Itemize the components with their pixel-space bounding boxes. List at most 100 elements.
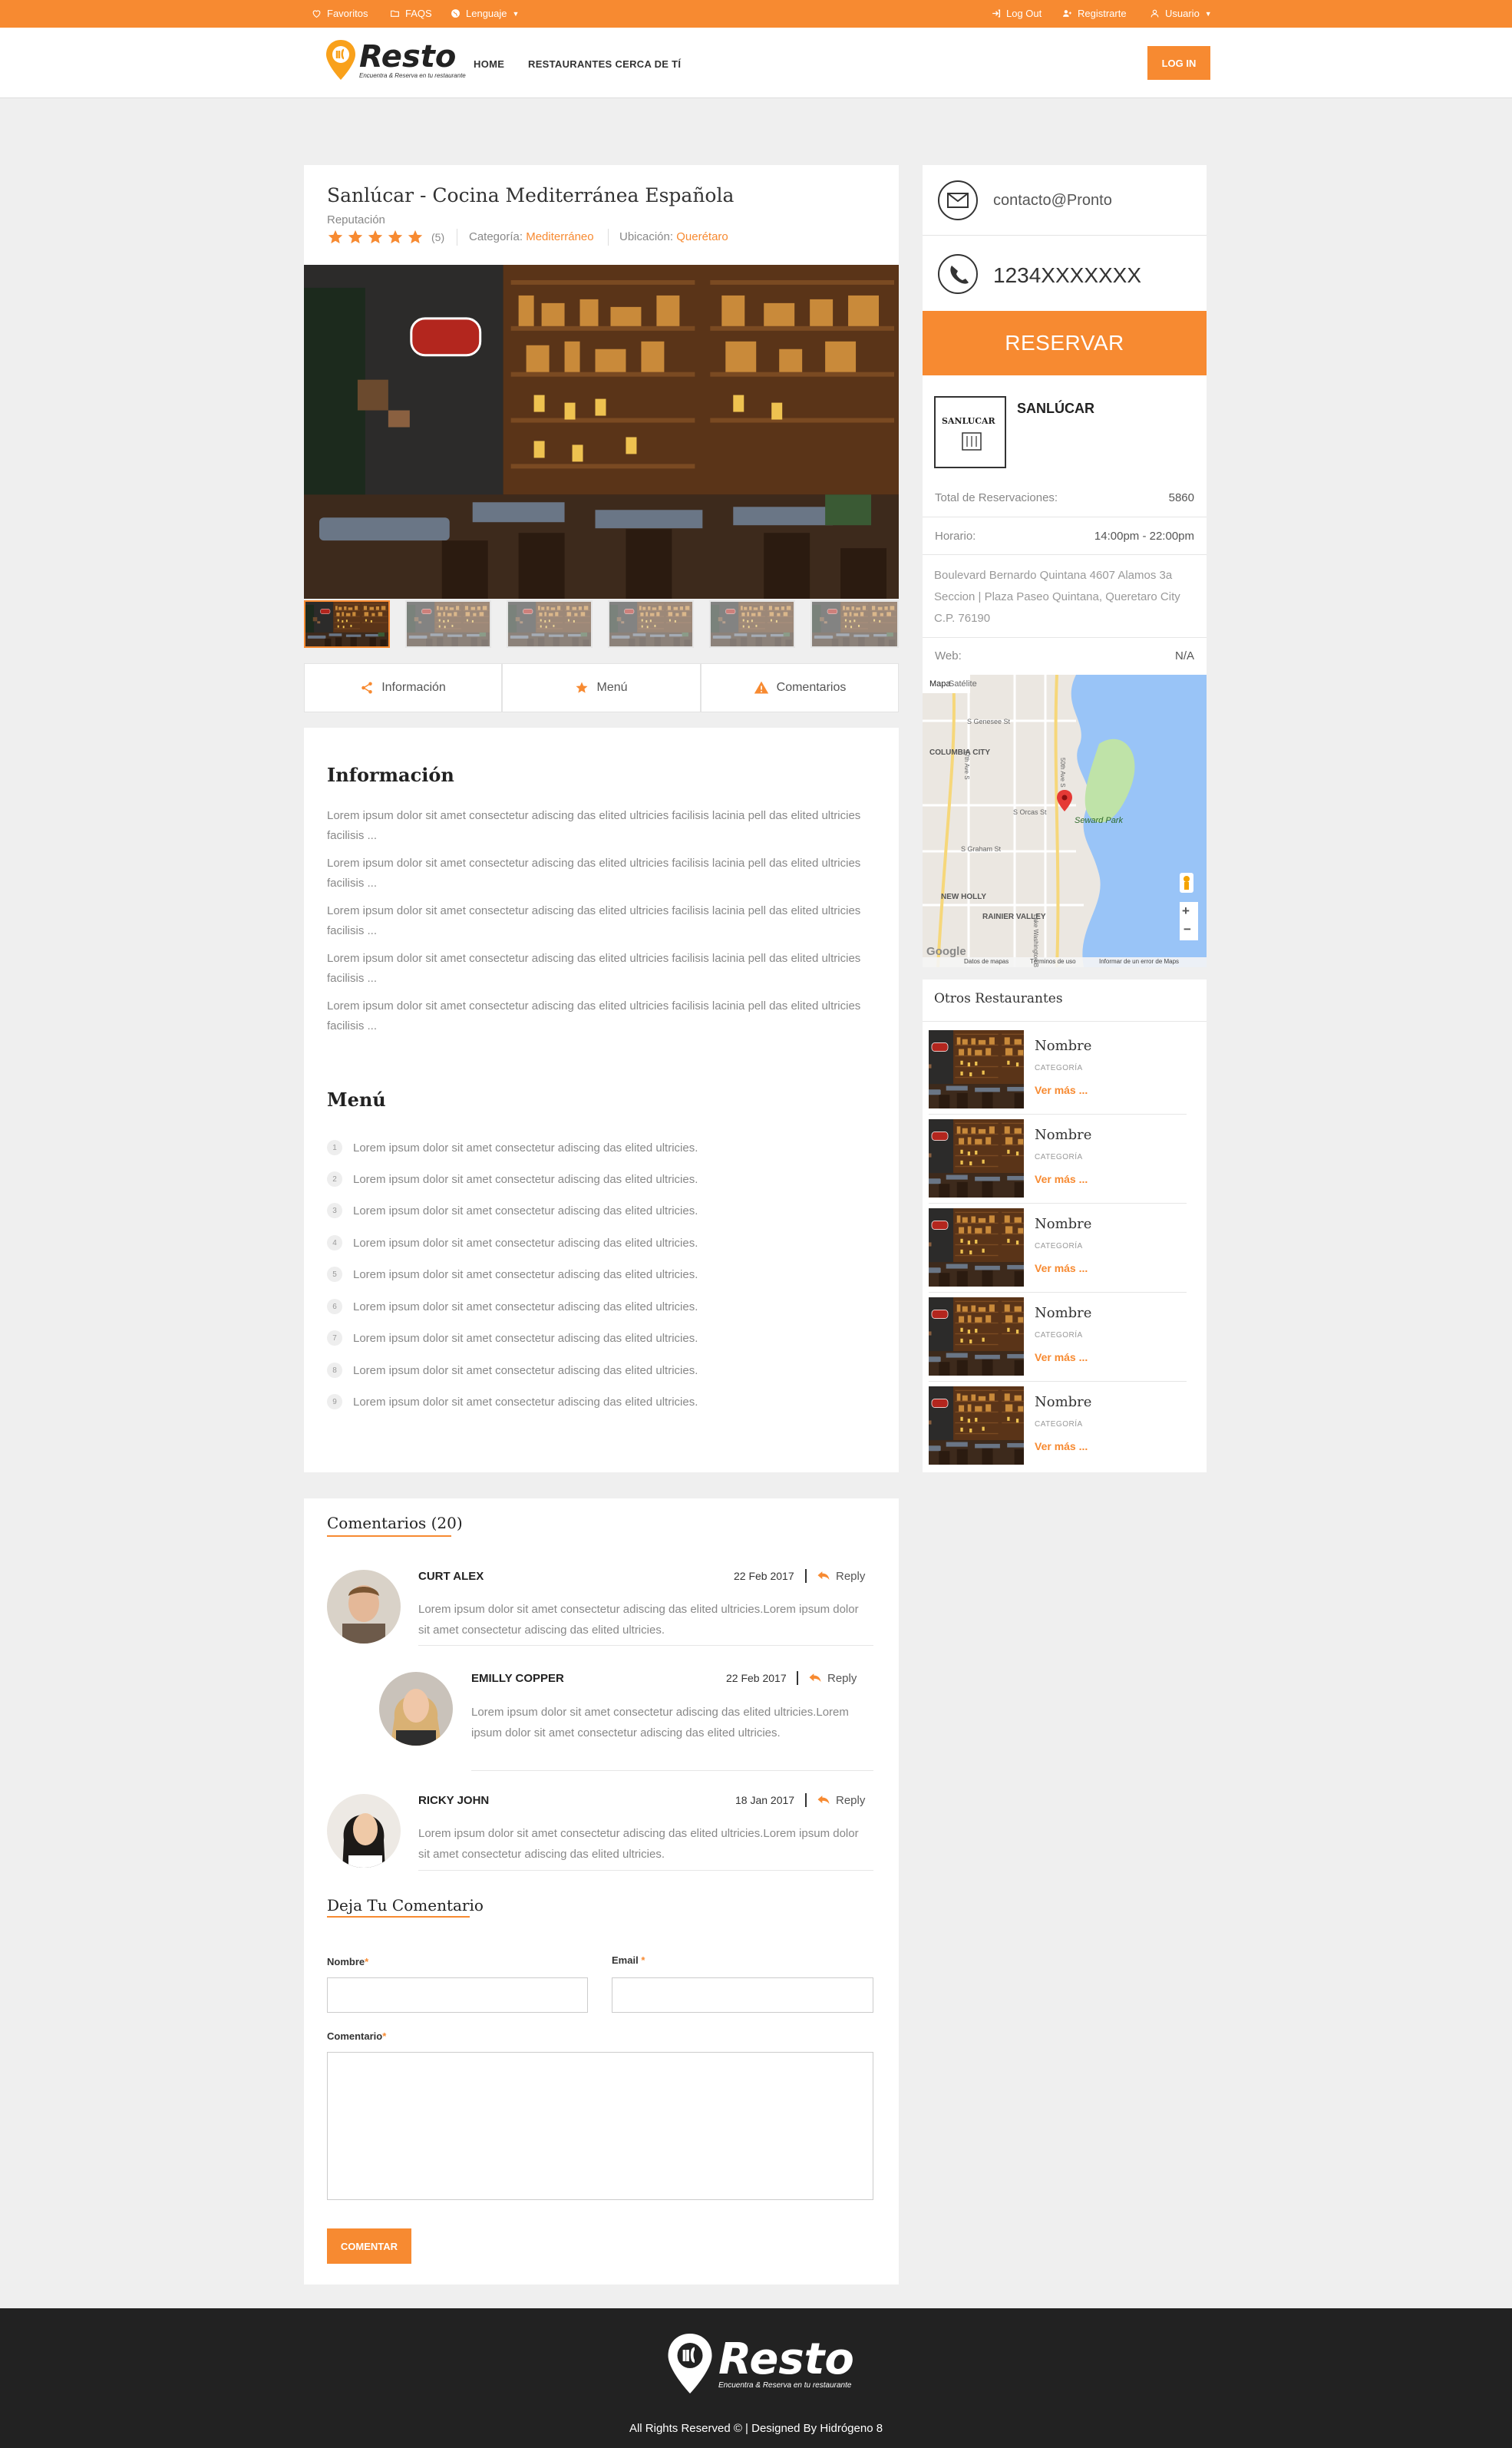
nav-nearby-restaurants[interactable]: RESTAURANTES CERCA DE TÍ [528, 58, 681, 70]
header-logo[interactable]: Resto Encuentra & Reserva en tu restaura… [324, 38, 466, 81]
divider [471, 1770, 873, 1771]
menu-item: 1 Lorem ipsum dolor sit amet consectetur … [327, 1140, 698, 1155]
tab-label: Comentarios [776, 681, 847, 694]
menu-item: 7 Lorem ipsum dolor sit amet consectetur … [327, 1330, 698, 1346]
menu-item: 2 Lorem ipsum dolor sit amet consectetur … [327, 1171, 698, 1187]
other-restaurant-item[interactable]: Nombre CATEGORÍA Ver más ... [929, 1207, 1187, 1288]
email-field[interactable] [612, 1977, 873, 2013]
main-header: Resto Encuentra & Reserva en tu restaura… [0, 28, 1512, 98]
reply-button[interactable]: Reply [805, 1792, 865, 1808]
tab-informacion[interactable]: Información [304, 663, 502, 712]
info-paragraph: Lorem ipsum dolor sit amet consectetur a… [327, 999, 861, 1032]
info-paragraph: Lorem ipsum dolor sit amet consectetur a… [327, 904, 861, 937]
google-logo: Google [926, 945, 966, 958]
menu-item: 6 Lorem ipsum dolor sit amet consectetur … [327, 1299, 698, 1314]
gallery-thumbnail[interactable] [304, 600, 390, 648]
other-restaurant-item[interactable]: Nombre CATEGORÍA Ver más ... [929, 1029, 1187, 1110]
tab-menu[interactable]: Menú [502, 663, 701, 712]
nombre-field[interactable] [327, 1977, 588, 2013]
comment-author: CURT ALEX [418, 1570, 484, 1583]
divider [418, 1645, 873, 1646]
restaurant-thumbnail [929, 1119, 1024, 1198]
user-dropdown[interactable]: Usuario ▼ [1150, 8, 1212, 19]
info-paragraph: Lorem ipsum dolor sit amet consectetur a… [327, 857, 861, 890]
location-info: Ubicación: Querétaro [619, 230, 728, 243]
nav-home[interactable]: HOME [474, 58, 504, 70]
map-street-label: 47th Ave S [963, 750, 970, 780]
gallery-thumbnail[interactable] [709, 600, 795, 648]
comentario-textarea[interactable] [327, 2052, 873, 2200]
rating-stars: (5) [327, 229, 444, 246]
map-data-link[interactable]: Datos de mapas [964, 958, 1009, 965]
rating-count: (5) [431, 231, 445, 243]
logo-emblem-icon [962, 432, 982, 451]
map-report-link[interactable]: Informar de un error de Maps [1099, 958, 1179, 965]
gallery-thumbnail[interactable] [405, 600, 491, 648]
other-restaurants-heading: Otros Restaurantes [934, 991, 1063, 1006]
gallery-thumbnail[interactable] [608, 600, 694, 648]
heading-underline [327, 1916, 470, 1918]
register-label: Registrarte [1078, 8, 1127, 19]
menu-item: 5 Lorem ipsum dolor sit amet consectetur … [327, 1267, 698, 1282]
restaurant-thumbnail [929, 1208, 1024, 1287]
restaurant-logo: SANLUCAR [934, 396, 1006, 468]
user-plus-icon [1063, 10, 1071, 17]
divider [929, 1381, 1187, 1382]
language-label: Lenguaje [466, 8, 507, 19]
logo-tagline: Encuentra & Reserva en tu restaurante [359, 71, 466, 79]
language-dropdown[interactable]: Lenguaje ▼ [451, 8, 519, 19]
other-restaurant-item[interactable]: Nombre CATEGORÍA Ver más ... [929, 1118, 1187, 1199]
restaurant-header-card [304, 165, 899, 265]
reply-button[interactable]: Reply [805, 1568, 865, 1584]
info-paragraph: Lorem ipsum dolor sit amet consectetur a… [327, 809, 861, 842]
other-restaurant-item[interactable]: Nombre CATEGORÍA Ver más ... [929, 1385, 1187, 1466]
map-zoom-in-button[interactable]: + [1182, 904, 1190, 919]
category-link[interactable]: Mediterráneo [526, 230, 593, 243]
heading-underline [327, 1535, 451, 1537]
logo-word: Resto [359, 38, 457, 74]
map-tab-mapa[interactable]: Mapa [929, 679, 951, 689]
reservar-button[interactable]: RESERVAR [923, 311, 1207, 375]
gallery-thumbnail[interactable] [507, 600, 593, 648]
logout-link[interactable]: Log Out [991, 8, 1042, 19]
email-label: Email * [612, 1954, 645, 1966]
footer-logo[interactable]: Resto Encuentra & Reserva en tu restaura… [665, 2331, 854, 2396]
faqs-link[interactable]: FAQS [390, 8, 432, 19]
favorites-link[interactable]: Favoritos [312, 8, 368, 19]
gallery-thumbnail[interactable] [810, 600, 899, 648]
restaurant-thumbnail [929, 1030, 1024, 1108]
tab-label: Menú [596, 681, 628, 694]
map-zoom-out-button[interactable]: − [1184, 922, 1191, 937]
map-street-label: S Graham St [961, 845, 1002, 853]
map-street-label: S Orcas St [1013, 808, 1047, 816]
web-row: Web: N/A [935, 649, 1194, 662]
heart-icon [312, 10, 321, 18]
email-row[interactable]: contacto@Pronto [923, 165, 1207, 236]
map-tab-satelite[interactable]: Satélite [949, 679, 977, 689]
warning-icon [754, 681, 768, 694]
tab-label: Información [381, 681, 446, 694]
menu-heading: Menú [327, 1089, 386, 1111]
comment-text: Lorem ipsum dolor sit amet consectetur a… [471, 1706, 849, 1739]
map-terms-link[interactable]: Términos de uso [1030, 958, 1076, 965]
footer-logo-word: Resto [718, 2334, 854, 2384]
location-link[interactable]: Querétaro [676, 230, 728, 243]
logout-icon [992, 9, 1001, 18]
star-icon [387, 229, 404, 246]
copyright-text: All Rights Reserved © | Designed By Hidr… [629, 2422, 883, 2435]
login-button[interactable]: LOG IN [1147, 46, 1210, 80]
faqs-label: FAQS [405, 8, 432, 19]
tab-comentarios[interactable]: Comentarios [701, 663, 899, 712]
comentar-button[interactable]: COMENTAR [327, 2228, 411, 2264]
reply-button[interactable]: Reply [797, 1670, 857, 1686]
other-restaurant-item[interactable]: Nombre CATEGORÍA Ver más ... [929, 1296, 1187, 1377]
chevron-down-icon: ▼ [1204, 9, 1212, 18]
sidebar-restaurant-name: SANLÚCAR [1017, 401, 1094, 416]
location-map[interactable]: Mapa Satélite S Genesee St COLUMBIA CITY… [923, 675, 1207, 967]
phone-row[interactable]: 1234XXXXXXX [923, 236, 1207, 311]
category-info: Categoría: Mediterráneo [469, 230, 594, 243]
logout-label: Log Out [1006, 8, 1042, 19]
register-link[interactable]: Registrarte [1062, 8, 1127, 19]
reply-icon [809, 1673, 821, 1682]
footer: Resto Encuentra & Reserva en tu restaura… [0, 2308, 1512, 2448]
